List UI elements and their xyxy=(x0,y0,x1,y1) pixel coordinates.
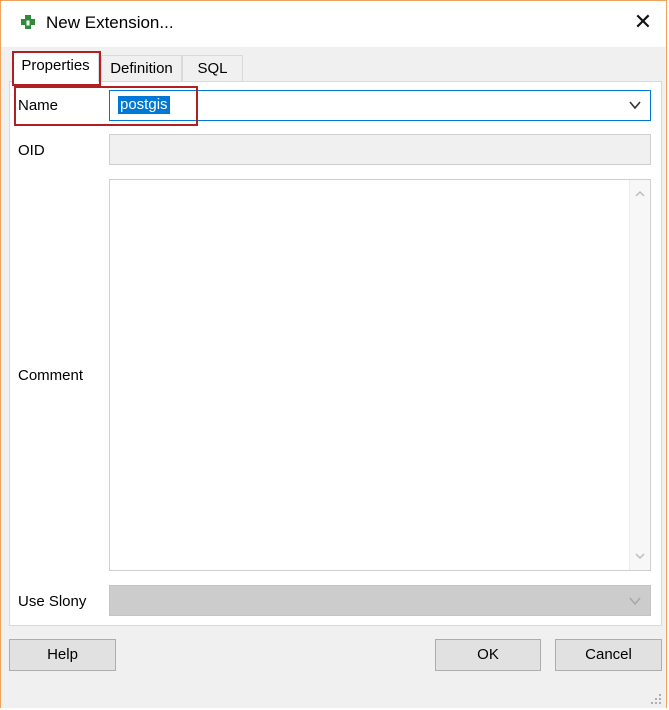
tab-sql[interactable]: SQL xyxy=(182,55,243,81)
dialog-window: New Extension... ✕ Properties Definition… xyxy=(0,0,667,708)
chevron-down-icon xyxy=(629,597,641,606)
scroll-down-icon[interactable] xyxy=(634,550,646,562)
properties-tab-highlight xyxy=(12,51,101,86)
oid-field xyxy=(109,134,651,165)
tab-definition[interactable]: Definition xyxy=(101,55,182,81)
close-button[interactable]: ✕ xyxy=(630,9,656,35)
use-slony-combobox xyxy=(109,585,651,616)
comment-label: Comment xyxy=(18,367,84,384)
ok-button[interactable]: OK xyxy=(435,639,541,671)
title-bar: New Extension... ✕ xyxy=(1,1,666,47)
status-bar xyxy=(1,679,666,708)
use-slony-label: Use Slony xyxy=(18,593,87,610)
comment-textarea[interactable] xyxy=(109,179,651,571)
comment-scrollbar[interactable] xyxy=(629,180,650,570)
window-title: New Extension... xyxy=(46,13,174,32)
help-button[interactable]: Help xyxy=(9,639,116,671)
puzzle-extension-icon xyxy=(21,15,35,29)
resize-grip-icon[interactable] xyxy=(650,693,662,705)
name-field-highlight xyxy=(14,86,198,126)
cancel-button[interactable]: Cancel xyxy=(555,639,662,671)
scroll-up-icon[interactable] xyxy=(634,188,646,200)
oid-label: OID xyxy=(18,142,45,159)
chevron-down-icon[interactable] xyxy=(628,98,642,112)
